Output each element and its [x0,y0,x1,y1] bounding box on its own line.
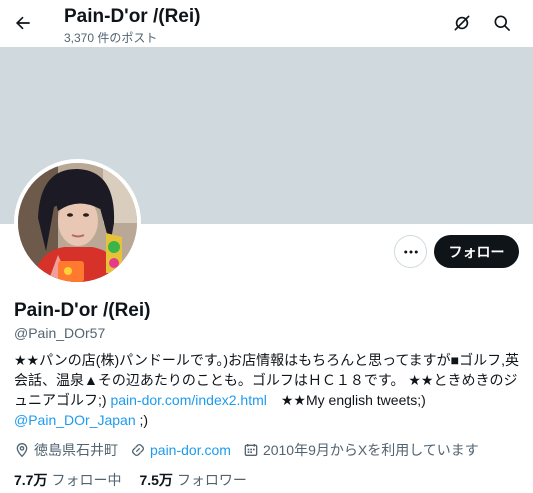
link-icon [131,443,145,457]
post-count: 3,370 件のポスト [64,31,158,45]
avatar[interactable] [14,159,141,286]
followers-stat[interactable]: 7.5万 フォロワー [139,470,246,490]
location-item: 徳島県石井町 [14,440,118,460]
display-name: Pain-D'or /(Rei) [14,300,151,321]
top-header: Pain-D'or /(Rei) 3,370 件のポスト [0,0,533,48]
follow-stats: 7.7万 フォロー中 7.5万 フォロワー [14,470,265,490]
following-label: フォロー中 [51,472,122,488]
location-text: 徳島県石井町 [34,442,118,458]
bio-text: ★★My english tweets;) [266,392,426,408]
follow-button[interactable]: フォロー [434,235,519,268]
followers-label: フォロワー [176,472,247,488]
calendar-icon [244,444,258,456]
search-icon[interactable] [489,10,515,36]
profile-page: Pain-D'or /(Rei) 3,370 件のポスト フォロー Pain-D… [0,0,533,493]
more-icon [403,250,418,253]
following-stat[interactable]: 7.7万 フォロー中 [14,470,121,490]
more-button[interactable] [394,235,427,268]
website-link[interactable]: pain-dor.com [150,442,231,458]
premium-sign-icon[interactable] [449,10,475,36]
followers-count: 7.5万 [139,472,173,488]
bio: ★★パンの店(株)パンドールです。)お店情報はもちろんと思ってますが■ゴルフ,英… [14,350,524,430]
user-handle: @Pain_DOr57 [14,325,106,341]
joined-text: 2010年9月からXを利用しています [262,442,479,458]
avatar-photo [18,163,137,282]
bio-text: ;) [135,412,149,428]
profile-meta: 徳島県石井町 pain-dor.com 2010年9月からXを利用しています [14,440,491,460]
location-icon [16,442,28,458]
bio-link-index[interactable]: pain-dor.com/index2.html [110,392,266,408]
following-count: 7.7万 [14,472,48,488]
back-arrow-icon[interactable] [8,8,38,38]
website-item[interactable]: pain-dor.com [130,442,231,458]
header-title: Pain-D'or /(Rei) [64,6,201,27]
bio-mention-link[interactable]: @Pain_DOr_Japan [14,412,136,428]
joined-item: 2010年9月からXを利用しています [243,440,479,460]
